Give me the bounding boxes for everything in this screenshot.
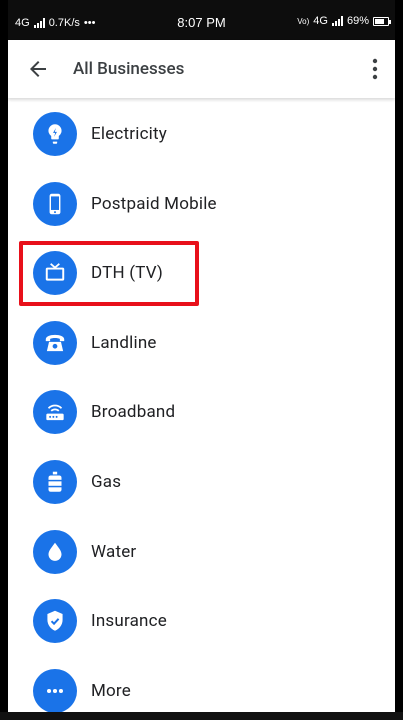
list-item-postpaid-mobile[interactable]: Postpaid Mobile: [8, 170, 395, 240]
list-item-label: Postpaid Mobile: [91, 193, 217, 214]
list-item-more[interactable]: More: [8, 657, 395, 712]
router-icon: [33, 390, 77, 435]
app-bar: All Businesses: [8, 40, 395, 98]
arrow-back-icon[interactable]: [26, 57, 50, 81]
water-drop-icon: [33, 529, 77, 574]
list-item-label: Insurance: [91, 611, 167, 632]
list-item-label: Gas: [91, 471, 122, 492]
more-horiz-icon: [33, 668, 77, 712]
list-item-broadband[interactable]: Broadband: [8, 378, 395, 448]
list-item-landline[interactable]: Landline: [8, 309, 395, 379]
list-item-label: Broadband: [91, 402, 176, 423]
list-item-water[interactable]: Water: [8, 518, 395, 588]
bottom-edge: [0, 712, 403, 720]
list-item-dth-tv[interactable]: DTH (TV): [8, 239, 395, 309]
status-right: Vo) 4G 69%: [297, 15, 391, 27]
list-item-label: More: [91, 680, 131, 701]
lightbulb-icon: [33, 112, 77, 156]
list-item-label: DTH (TV): [91, 263, 164, 284]
gas-cylinder-icon: [33, 459, 77, 504]
signal-strength-icon: [331, 16, 343, 26]
business-list: Electricity Postpaid Mobile DTH (TV) Lan…: [8, 100, 395, 712]
tv-icon: [33, 251, 77, 296]
phone-screen: 4G 0.7K/s ••• 8:07 PM Vo) 4G 69% All Bus…: [8, 0, 395, 712]
battery-percent: 69%: [346, 15, 369, 27]
shield-check-icon: [33, 599, 77, 644]
status-bar: 4G 0.7K/s ••• 8:07 PM Vo) 4G 69%: [8, 0, 395, 40]
volte-label: Vo): [297, 16, 310, 26]
telephone-icon: [33, 320, 77, 365]
list-item-label: Electricity: [91, 124, 168, 144]
more-vert-icon[interactable]: [363, 56, 387, 82]
page-title: All Businesses: [73, 59, 185, 79]
list-item-label: Water: [91, 541, 137, 562]
list-item-electricity[interactable]: Electricity: [8, 100, 395, 170]
list-item-gas[interactable]: Gas: [8, 448, 395, 518]
mobile-phone-icon: [33, 181, 77, 226]
list-item-label: Landline: [91, 332, 157, 353]
list-item-insurance[interactable]: Insurance: [8, 587, 395, 657]
battery-icon: [373, 16, 391, 26]
network-type-right: 4G: [313, 15, 328, 27]
